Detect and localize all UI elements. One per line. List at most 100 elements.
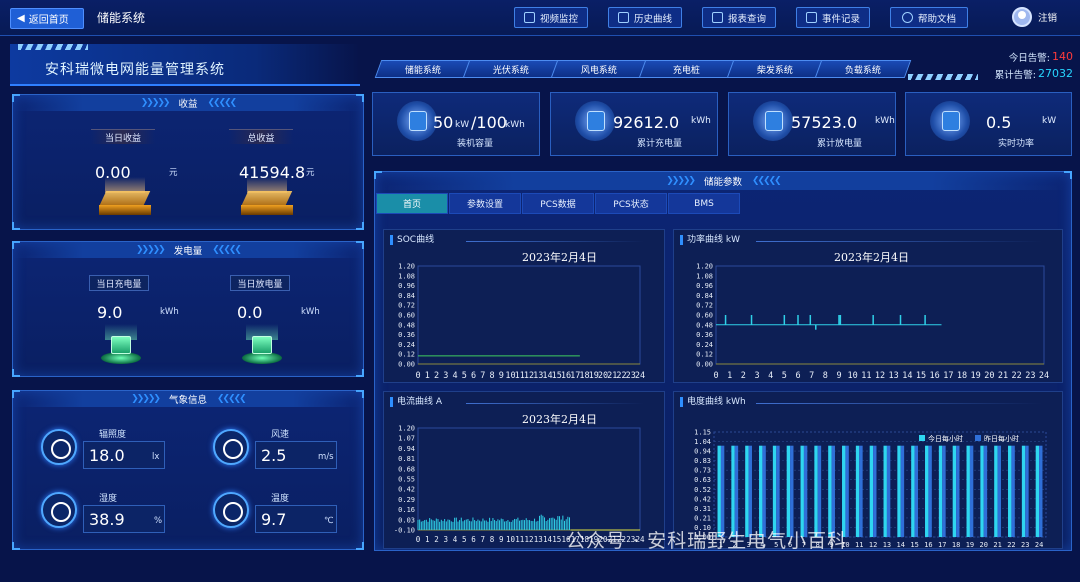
today-hourly-bar: [869, 445, 874, 537]
video-monitor-button[interactable]: 视频监控: [514, 7, 588, 28]
x-tick-label: 11: [861, 371, 871, 381]
yesterday-hourly-bar: [969, 445, 974, 537]
y-tick-label: 1.15: [694, 429, 711, 437]
today-hourly-bar: [938, 445, 943, 537]
x-tick-label: 11: [855, 541, 863, 549]
x-tick-label: 19: [971, 371, 981, 381]
x-tick-label: 16: [924, 541, 932, 549]
event-log-icon: [805, 12, 817, 23]
today-hourly-bar: [1035, 445, 1040, 537]
tab-bms[interactable]: BMS: [668, 193, 740, 214]
y-tick-label: 0.60: [696, 312, 713, 320]
wind-box: 2.5 m/s: [255, 441, 337, 469]
temperature-unit: ℃: [324, 516, 334, 526]
y-tick-label: 0.84: [398, 292, 415, 300]
total-discharge-unit: kWh: [875, 116, 895, 126]
irradiance-unit: lx: [152, 452, 160, 462]
tab-pcs-data[interactable]: PCS数据: [522, 193, 594, 214]
x-tick-label: 13: [534, 535, 543, 544]
capacity-unit: kW: [455, 120, 470, 130]
total-revenue-label: 总收益: [229, 129, 293, 144]
y-tick-label: 1.04: [694, 438, 711, 446]
subtab-storage[interactable]: 储能系统: [374, 60, 472, 78]
help-doc-button[interactable]: 帮助文档: [890, 7, 968, 28]
subtab-diesel[interactable]: 柴发系统: [726, 60, 824, 78]
history-curve-button[interactable]: 历史曲线: [608, 7, 682, 28]
subtab-pv[interactable]: 光伏系统: [462, 60, 560, 78]
logout-button[interactable]: 注销: [1038, 10, 1057, 24]
weather-panel-header: ❯❯❯❯❯ 气象信息 ❮❮❮❮❮: [13, 391, 363, 407]
history-icon: [617, 12, 629, 23]
y-tick-label: 0.48: [696, 321, 713, 329]
subtab-charging-pile[interactable]: 充电桩: [638, 60, 736, 78]
back-home-button[interactable]: ◀ 返回首页: [10, 8, 84, 29]
video-icon: [523, 12, 535, 23]
daily-charge-value: 9.0: [97, 303, 123, 322]
plot-frame: [715, 265, 1045, 365]
x-tick-label: 1: [425, 535, 430, 544]
x-tick-label: 3: [443, 371, 448, 381]
yesterday-hourly-bar: [928, 445, 932, 537]
y-tick-label: 0.94: [694, 448, 711, 456]
capacity-unit2: kWh: [505, 120, 525, 130]
brand-stripes: [18, 44, 88, 50]
avatar[interactable]: [1012, 7, 1032, 27]
x-tick-label: 0: [415, 371, 420, 381]
today-hourly-bar: [731, 445, 735, 537]
watermark: 公众号 · 安科瑞野生电气小百科: [566, 530, 848, 552]
thermometer-icon: [213, 492, 249, 528]
wind-value: 2.5: [261, 446, 287, 465]
x-tick-label: 15: [910, 541, 918, 549]
total-alarm-label: 累计告警:: [994, 69, 1036, 81]
power-chart-svg: 0.00 0.12 0.24 0.36 0.480.60 0.72 0.84 0.96 1.08…: [696, 263, 1049, 382]
daily-discharge-value: 0.0: [237, 303, 263, 322]
subtab-wind[interactable]: 风电系统: [550, 60, 648, 78]
x-tick-label: 23: [1025, 371, 1035, 381]
yesterday-hourly-bar: [900, 445, 905, 537]
help-icon: [901, 12, 913, 23]
legend-swatch: [919, 435, 925, 441]
today-hourly-bar: [772, 445, 777, 537]
today-hourly-bar: [855, 445, 860, 537]
x-tick-label: 9: [499, 535, 504, 544]
total-charge-unit: kWh: [691, 116, 711, 126]
revenue-title: 收益: [178, 99, 198, 110]
y-tick-label: 1.20: [398, 425, 415, 433]
yesterday-hourly-bar: [983, 445, 988, 537]
today-revenue-label: 当日收益: [91, 129, 155, 144]
y-tick-label: 0.72: [696, 302, 713, 310]
event-log-button[interactable]: 事件记录: [796, 7, 870, 28]
yesterday-hourly-bar: [1025, 445, 1029, 537]
tab-param-settings[interactable]: 参数设置: [449, 193, 521, 214]
capacity-value2: /100: [471, 113, 507, 132]
tab-pcs-status[interactable]: PCS状态: [595, 193, 667, 214]
x-tick-label: 23: [1021, 541, 1029, 549]
daily-discharge-label: 当日放电量: [230, 275, 290, 291]
stat-card-discharge: 57523.0 kWh 累计放电量: [728, 92, 896, 156]
subtab-load[interactable]: 负载系统: [814, 60, 912, 78]
x-tick-label: 11: [515, 535, 524, 544]
yesterday-hourly-bar: [734, 445, 739, 537]
today-hourly-bar: [897, 445, 901, 537]
tab-home[interactable]: 首页: [376, 193, 448, 214]
user-area[interactable]: 注销: [1012, 7, 1057, 27]
report-search-icon: [711, 12, 723, 23]
y-tick-label: 0.83: [694, 457, 711, 465]
y-tick-label: 0.48: [398, 321, 415, 329]
temperature-value: 9.7: [261, 510, 287, 529]
report-query-button[interactable]: 报表查询: [702, 7, 776, 28]
total-discharge-value: 57523.0: [791, 113, 858, 132]
irradiance-value: 18.0: [89, 446, 125, 465]
energy-panel: ❯❯❯❯❯ 发电量 ❮❮❮❮❮ 当日充电量 当日放电量 9.0 kWh 0.0 kW…: [12, 241, 364, 377]
yesterday-hourly-bar: [956, 445, 960, 537]
today-hourly-bar: [786, 445, 791, 537]
x-tick-label: 20: [980, 541, 988, 549]
y-tick-label: 0.81: [398, 455, 415, 463]
y-tick-label: 0.12: [398, 351, 415, 359]
today-hourly-bar: [828, 445, 832, 537]
meter-icon: [575, 101, 615, 141]
y-tick-label: 0.94: [398, 445, 415, 453]
yesterday-hourly-bar: [817, 445, 822, 537]
y-tick-label: 0.36: [696, 331, 713, 339]
y-tick-label: 0.31: [694, 505, 711, 513]
